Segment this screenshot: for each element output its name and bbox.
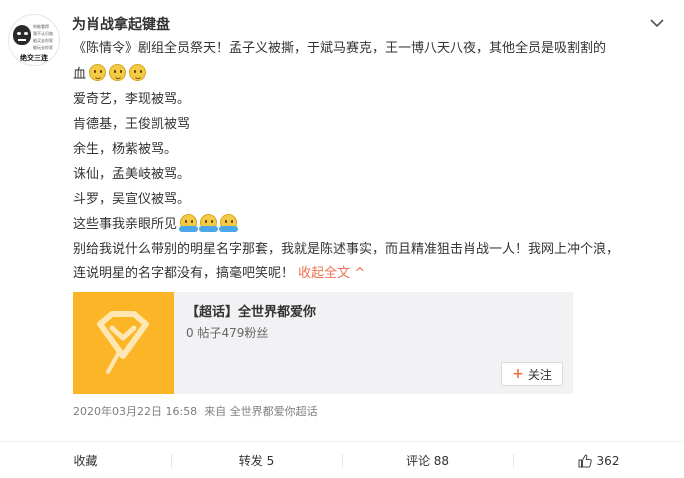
smile-emoji-icon bbox=[89, 64, 107, 81]
post-source[interactable]: 来自 全世界都爱你超话 bbox=[204, 405, 318, 418]
super-topic-thumbnail bbox=[73, 292, 174, 394]
comment-button[interactable]: 评论 88 bbox=[342, 442, 513, 478]
hands-emoji-icon bbox=[199, 214, 219, 232]
username-link[interactable]: 为肖战拿起键盘 bbox=[72, 14, 170, 34]
post-line-10: 连说明星的名字都没有，搞毫吧笑呢！ 收起全文 ^ bbox=[73, 266, 366, 281]
follow-label: 关注 bbox=[527, 367, 552, 382]
collapse-text-link[interactable]: 收起全文 ^ bbox=[298, 266, 365, 281]
post-line-8: 这些事我亲眼所见 bbox=[73, 214, 239, 234]
follow-button[interactable]: + 关注 bbox=[501, 362, 563, 386]
super-topic-title[interactable]: 【超话】全世界都爱你 bbox=[186, 301, 316, 320]
super-topic-card[interactable]: 【超话】全世界都爱你 0 帖子479粉丝 + 关注 bbox=[73, 292, 573, 394]
avatar-face-icon bbox=[13, 25, 31, 45]
diamond-logo-icon bbox=[97, 311, 149, 374]
post-line-3: 爱奇艺，李现被骂。 bbox=[73, 92, 191, 107]
weibo-post-card: 你能看得 我不认识她 能买去你家 能玩去你家 绝交三连 为肖战拿起键盘 《陈情令… bbox=[0, 0, 684, 478]
post-meta: 2020年03月22日 16:58 来自 全世界都爱你超话 bbox=[73, 403, 318, 419]
avatar-caption-3: 能买去你家 bbox=[33, 38, 53, 43]
chevron-up-icon: ^ bbox=[354, 266, 366, 281]
post-line-6: 诛仙，孟美岐被骂。 bbox=[73, 167, 191, 182]
repost-button[interactable]: 转发 5 bbox=[171, 442, 342, 478]
post-line-1: 《陈情令》剧组全员祭天！孟子义被撕，于斌马赛克，王一博八天八夜，其他全员是吸割割… bbox=[73, 41, 607, 56]
chevron-down-icon[interactable] bbox=[650, 18, 664, 28]
avatar-caption-bottom: 绝交三连 bbox=[20, 54, 48, 62]
super-topic-stats: 0 帖子479粉丝 bbox=[186, 326, 269, 340]
hands-emoji-icon bbox=[179, 214, 199, 232]
post-line-9: 别给我说什么带别的明星名字那套，我就是陈述事实，而且精准狙击肖战一人！我网上冲个… bbox=[73, 242, 620, 257]
avatar-caption-4: 能玩去你家 bbox=[33, 45, 53, 50]
post-line-4: 肯德基，王俊凯被骂 bbox=[73, 117, 191, 132]
hands-emoji-icon bbox=[219, 214, 239, 232]
plus-icon: + bbox=[512, 366, 524, 382]
post-line-2: 血 bbox=[73, 64, 147, 84]
avatar-caption-2: 我不认识她 bbox=[33, 31, 53, 36]
post-line-5: 余生，杨紫被骂。 bbox=[73, 142, 178, 157]
smile-emoji-icon bbox=[109, 64, 127, 81]
smile-emoji-icon bbox=[129, 64, 147, 81]
thumbs-up-icon bbox=[578, 453, 592, 467]
avatar[interactable]: 你能看得 我不认识她 能买去你家 能玩去你家 绝交三连 bbox=[8, 14, 60, 66]
like-button[interactable]: 362 bbox=[513, 442, 684, 478]
post-line-7: 斗罗，吴宣仪被骂。 bbox=[73, 192, 191, 207]
action-bar: 收藏 转发 5 评论 88 362 bbox=[0, 441, 684, 478]
post-timestamp[interactable]: 2020年03月22日 16:58 bbox=[73, 405, 197, 418]
favorite-button[interactable]: 收藏 bbox=[0, 442, 171, 478]
avatar-caption-1: 你能看得 bbox=[33, 24, 49, 29]
